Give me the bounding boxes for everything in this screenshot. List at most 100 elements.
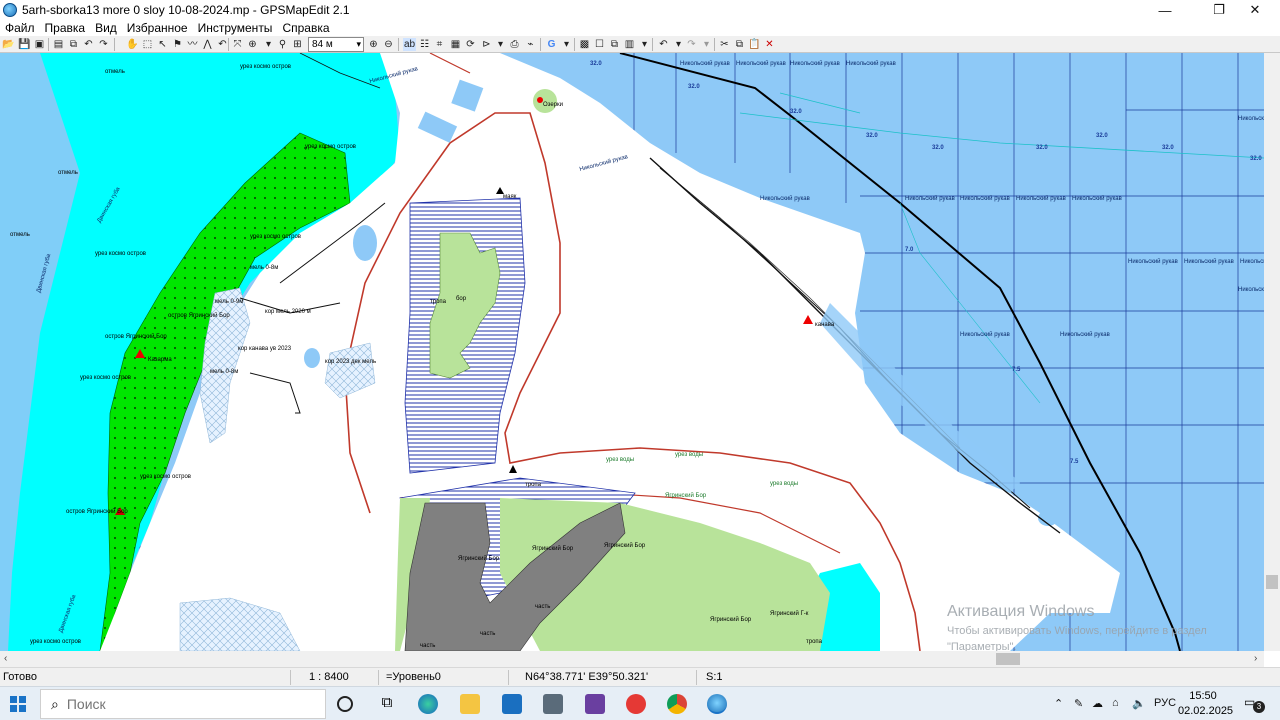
google-icon[interactable]: G — [545, 38, 558, 51]
paste-icon[interactable]: 📋 — [748, 38, 761, 51]
svg-text:отмель: отмель — [10, 232, 30, 238]
menu-favorites[interactable]: Избранное — [122, 21, 193, 35]
layers-toggle-icon[interactable]: ⧉ — [608, 38, 621, 51]
zoom-in-icon[interactable]: ⊕ — [367, 38, 380, 51]
chrome-icon[interactable] — [667, 694, 687, 714]
undo-arrow-icon[interactable]: ↶ — [657, 38, 670, 51]
scroll-right-icon[interactable]: › — [1254, 653, 1257, 664]
language-indicator[interactable]: РУС — [1154, 697, 1176, 709]
mail-icon[interactable] — [502, 694, 522, 714]
svg-text:кор мель 2020 м: кор мель 2020 м — [265, 309, 311, 315]
menu-view[interactable]: Вид — [90, 21, 122, 35]
vertical-scroll-thumb[interactable] — [1266, 575, 1278, 589]
yandex-icon[interactable] — [626, 694, 646, 714]
checkbox-icon[interactable]: ☐ — [593, 38, 606, 51]
copy-icon[interactable]: ⧉ — [67, 38, 80, 51]
label-icon[interactable]: ab — [403, 38, 416, 51]
svg-text:Ягринский Бор: Ягринский Бор — [458, 555, 500, 562]
chevron-down-icon[interactable]: ▾ — [560, 38, 573, 51]
task-view-icon[interactable]: ⧉ — [377, 694, 397, 714]
redo-icon[interactable]: ↷ — [97, 38, 110, 51]
svg-text:Никольский рукав: Никольский рукав — [1238, 115, 1264, 122]
explorer-icon[interactable] — [460, 694, 480, 714]
map-canvas[interactable]: 32.0 32.0 32.0 32.0 32.0 32.0 32.0 32.0 … — [0, 53, 1264, 651]
save-app-icon[interactable] — [585, 694, 605, 714]
chevron-down-icon[interactable]: ▾ — [494, 38, 507, 51]
clock-date: 02.02.2025 — [1178, 705, 1234, 717]
clock[interactable]: 15:50 02.02.2025 — [1178, 689, 1234, 719]
move-icon[interactable]: ⤧ — [231, 38, 244, 51]
lighthouse-label: маяк — [503, 194, 517, 200]
chevron-down-icon[interactable]: ▾ — [262, 38, 275, 51]
polygon-icon[interactable]: ⋀ — [201, 38, 214, 51]
svg-text:мель 0-8м: мель 0-8м — [210, 369, 238, 375]
chevron-down-icon[interactable]: ▾ — [638, 38, 651, 51]
route-icon[interactable]: ▦ — [449, 38, 462, 51]
svg-text:Никольский рукав: Никольский рукав — [1240, 258, 1264, 265]
taskbar-search[interactable]: ⌕ — [40, 689, 326, 719]
print-icon[interactable]: ⎙ — [508, 38, 521, 51]
pen-icon[interactable]: ✎ — [1074, 697, 1083, 710]
measure-icon[interactable]: ⌗ — [433, 38, 446, 51]
copy2-icon[interactable]: ⧉ — [733, 38, 746, 51]
horizontal-scrollbar[interactable]: ‹ › — [0, 651, 1264, 667]
zoom-rect-icon[interactable]: ⬚ — [141, 38, 154, 51]
svg-text:урез воды: урез воды — [606, 457, 634, 463]
svg-text:мель 0-9м: мель 0-9м — [215, 299, 243, 305]
svg-text:урез космо остров: урез космо остров — [140, 474, 191, 480]
save-icon[interactable]: 💾 — [18, 38, 31, 51]
cloud-icon[interactable]: ☁ — [1092, 697, 1103, 710]
track-toggle-icon[interactable]: ▥ — [623, 38, 636, 51]
edge-icon[interactable] — [418, 694, 438, 714]
map-icon[interactable]: ▩ — [578, 38, 591, 51]
menu-tools[interactable]: Инструменты — [193, 21, 278, 35]
search-input[interactable] — [66, 696, 287, 712]
undo-icon[interactable]: ↶ — [82, 38, 95, 51]
svg-text:32.0: 32.0 — [1250, 156, 1262, 162]
save-all-icon[interactable]: ▣ — [33, 38, 46, 51]
grid-icon[interactable]: ☷ — [418, 38, 431, 51]
svg-text:Чтобы активировать Windows, пе: Чтобы активировать Windows, перейдите в … — [947, 625, 1207, 637]
open-icon[interactable]: 📂 — [2, 38, 15, 51]
refresh-icon[interactable]: ⟳ — [464, 38, 477, 51]
waypoint-icon[interactable]: ⚲ — [276, 38, 289, 51]
notification-icon[interactable]: ▭ 3 — [1244, 695, 1265, 713]
chevron-up-icon[interactable]: ⌃ — [1054, 697, 1063, 710]
svg-text:урез космо остров: урез космо остров — [80, 375, 131, 381]
calculator-icon[interactable] — [543, 694, 563, 714]
menu-help[interactable]: Справка — [277, 21, 334, 35]
gpsmapedit-icon[interactable] — [707, 694, 727, 714]
app-icon — [3, 3, 17, 17]
svg-text:Никольский рукав: Никольский рукав — [1238, 286, 1264, 293]
windows-start-icon[interactable] — [10, 696, 26, 712]
cortana-icon[interactable] — [337, 696, 353, 712]
svg-text:Ягринский Бор: Ягринский Бор — [604, 542, 646, 549]
layers-icon[interactable]: ⊕ — [246, 38, 259, 51]
filter-icon[interactable]: ⊳ — [480, 38, 493, 51]
properties-icon[interactable]: ▤ — [52, 38, 65, 51]
vertical-scrollbar[interactable] — [1264, 53, 1280, 651]
zoom-out-icon[interactable]: ⊖ — [382, 38, 395, 51]
close-button[interactable]: ✕ — [1232, 0, 1278, 20]
network-icon[interactable]: ⌂ — [1112, 697, 1119, 709]
volume-icon[interactable]: 🔈 — [1132, 697, 1146, 710]
map-svg[interactable]: 32.0 32.0 32.0 32.0 32.0 32.0 32.0 32.0 … — [0, 53, 1264, 651]
horizontal-scroll-thumb[interactable] — [996, 653, 1020, 665]
pointer-icon[interactable]: ⚑ — [171, 38, 184, 51]
menu-edit[interactable]: Правка — [40, 21, 91, 35]
cut-icon[interactable]: ✂ — [718, 38, 731, 51]
svg-text:кор 2023 дек мель: кор 2023 дек мель — [325, 359, 376, 365]
select-icon[interactable]: ↖ — [156, 38, 169, 51]
menu-file[interactable]: Файл — [0, 21, 40, 35]
polyline-icon[interactable]: 〰 — [186, 38, 199, 51]
hand-icon[interactable]: ✋ — [126, 38, 139, 51]
chevron-down-icon[interactable]: ▾ — [672, 38, 685, 51]
depth-label: 32.0 — [590, 61, 602, 67]
redo-arrow-icon: ↷ — [687, 39, 696, 50]
scroll-left-icon[interactable]: ‹ — [4, 653, 7, 664]
track-icon[interactable]: ⊞ — [291, 38, 304, 51]
delete-icon[interactable]: ✕ — [763, 38, 776, 51]
minimize-button[interactable]: — — [1142, 0, 1188, 20]
scale-select[interactable]: 84 м — [308, 37, 364, 52]
trace-icon[interactable]: ⌁ — [524, 38, 537, 51]
